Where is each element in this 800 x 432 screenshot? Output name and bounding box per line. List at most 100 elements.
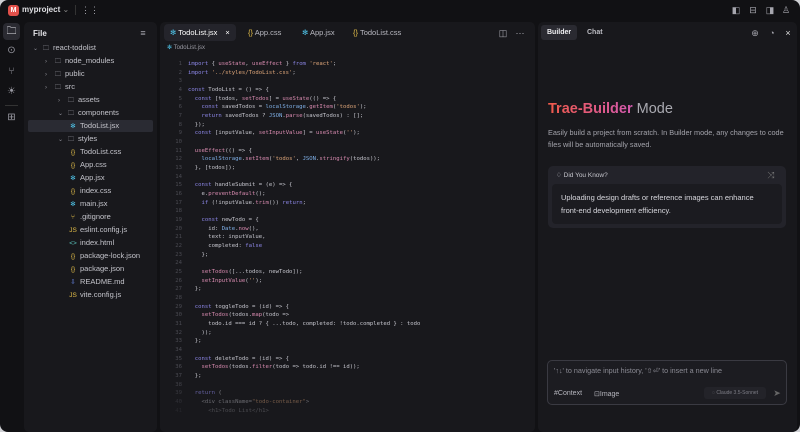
chat-input[interactable]: '↑↓' to navigate input history, '⇧⏎' to … — [547, 360, 787, 405]
react-icon: ✻ — [167, 45, 173, 51]
code-line: )); — [188, 329, 212, 336]
chevron-right-icon: › — [45, 59, 47, 65]
line-number: 8 — [178, 121, 182, 128]
close-tab-icon[interactable]: × — [225, 28, 229, 37]
folder-item[interactable]: › 🗀 node_modules — [28, 55, 153, 67]
item-label: styles — [78, 134, 98, 143]
editor-tab[interactable]: {} App.css — [242, 24, 287, 41]
file-item[interactable]: <> index.html — [28, 237, 153, 249]
image-button[interactable]: ⊡Image — [594, 390, 619, 398]
search-icon[interactable]: ⊙ — [3, 42, 20, 59]
breadcrumb-file: TodoList.jsx — [173, 45, 205, 51]
code-line: setTodos(todos.filter(todo => todo.id !=… — [201, 364, 360, 371]
tip-header-text: Did You Know? — [563, 172, 608, 179]
project-name: myproject — [22, 5, 61, 14]
line-number: 3 — [178, 78, 182, 85]
model-selector[interactable]: ◌ Claude 3.5-Sonnet — [704, 387, 766, 399]
grid-icon[interactable]: ⋮⋮ — [81, 5, 99, 15]
line-number: 38 — [175, 381, 182, 388]
file-item[interactable]: {} package-lock.json — [28, 250, 153, 262]
file-item[interactable]: JS eslint.config.js — [28, 224, 153, 236]
file-item[interactable]: ✻ App.jsx — [28, 172, 153, 184]
builder-panel: Builder Chat ⊕ ◔ × Trae-Builder Mode Eas… — [538, 22, 797, 432]
chevron-down-icon: ⌄ — [58, 111, 64, 117]
editor-tab[interactable]: {} TodoList.css — [347, 24, 407, 41]
file-item[interactable]: ⇩ README.md — [28, 276, 153, 288]
code-line: const deleteTodo = (id) => { — [194, 355, 290, 362]
source-control-icon[interactable]: ⑂ — [3, 63, 20, 80]
line-number: 36 — [175, 364, 182, 371]
files-icon[interactable]: 🗀 — [3, 23, 20, 40]
close-icon[interactable]: × — [783, 28, 793, 38]
file-item[interactable]: ✻ main.jsx — [28, 198, 153, 210]
file-item[interactable]: {} index.css — [28, 185, 153, 197]
project-switcher[interactable]: myproject ⌄ — [22, 5, 69, 14]
file-item[interactable]: JS vite.config.js — [28, 289, 153, 301]
collapse-all-icon[interactable]: ≡ — [138, 28, 148, 38]
item-label: assets — [78, 95, 100, 104]
activity-bar: 🗀 ⊙ ⑂ ☀ ⊞ — [0, 21, 23, 432]
history-icon[interactable]: ◔ — [767, 28, 777, 38]
new-chat-icon[interactable]: ⊕ — [750, 28, 760, 38]
code-line: setTodos(todos.map(todo => — [201, 312, 290, 319]
css-file-icon: {} — [70, 188, 76, 195]
line-number: 34 — [175, 347, 182, 354]
more-icon[interactable]: ⋯ — [515, 28, 525, 38]
editor-tab[interactable]: ✻ TodoList.jsx × — [164, 24, 236, 41]
item-label: README.md — [80, 277, 125, 286]
folder-item[interactable]: ⌄ 🗀 react-todolist — [28, 42, 153, 54]
item-label: TodoList.jsx — [80, 121, 120, 130]
code-line: const TodoList = () => { — [188, 87, 269, 93]
folder-item[interactable]: ⌄ 🗀 styles — [28, 133, 153, 145]
mode-label: Mode — [636, 101, 673, 117]
folder-file-icon: 🗀 — [54, 71, 62, 78]
code-line: e.preventDefault(); — [188, 191, 266, 198]
git-file-icon: ⑂ — [71, 214, 75, 221]
folder-item[interactable]: ⌄ 🗀 components — [28, 107, 153, 119]
debug-icon[interactable]: ☀ — [3, 83, 20, 100]
file-item[interactable]: {} package.json — [28, 263, 153, 275]
tip-card: ♢ Did You Know? ⤨ Uploading design draft… — [548, 166, 786, 228]
line-number: 5 — [178, 95, 182, 102]
jsx-file-icon: ✻ — [70, 123, 76, 130]
item-label: react-todolist — [53, 43, 96, 52]
tab-builder[interactable]: Builder — [541, 25, 578, 40]
file-item[interactable]: ⑂ .gitignore — [28, 211, 153, 223]
sidebar-right-icon[interactable]: ◨ — [765, 5, 775, 15]
file-item[interactable]: {} App.css — [28, 159, 153, 171]
shuffle-icon[interactable]: ⤨ — [766, 170, 776, 180]
line-number: 12 — [175, 156, 182, 163]
breadcrumb[interactable]: ✻ TodoList.jsx — [167, 44, 205, 51]
line-number: 19 — [175, 217, 182, 224]
ide-window: M myproject ⌄ ⋮⋮ ◧ ⊟ ◨ ♙ 🗀 ⊙ ⑂ ☀ ⊞ File … — [0, 0, 800, 432]
chevron-down-icon: ⌄ — [58, 137, 64, 143]
sidebar-left-icon[interactable]: ◧ — [731, 5, 741, 15]
panel-bottom-icon[interactable]: ⊟ — [748, 5, 758, 15]
code-line: <h1>Todo List</h1> — [188, 407, 269, 414]
code-line: }, [todos]); — [188, 165, 236, 172]
tip-header: ♢ Did You Know? — [556, 171, 608, 179]
file-item[interactable]: {} TodoList.css — [28, 146, 153, 158]
chevron-down-icon: ⌄ — [62, 5, 70, 14]
item-label: components — [78, 108, 119, 117]
folder-item[interactable]: › 🗀 assets — [28, 94, 153, 106]
line-number: 40 — [175, 399, 182, 406]
line-number: 18 — [175, 208, 182, 215]
line-number: 23 — [175, 251, 182, 258]
account-icon[interactable]: ♙ — [781, 5, 791, 15]
line-number: 7 — [178, 113, 182, 120]
css-file-icon: {} — [353, 28, 360, 37]
model-name: Claude 3.5-Sonnet — [716, 390, 759, 396]
context-button[interactable]: #Context — [554, 390, 582, 397]
split-editor-icon[interactable]: ◫ — [498, 28, 508, 38]
send-icon[interactable]: ➤ — [772, 388, 782, 398]
folder-item[interactable]: › 🗀 public — [28, 68, 153, 80]
code-line: todo.id === id ? { ...todo, completed: !… — [188, 321, 421, 328]
item-label: index.html — [80, 238, 115, 247]
file-item[interactable]: ✻ TodoList.jsx — [28, 120, 153, 132]
tab-chat[interactable]: Chat — [581, 25, 609, 40]
folder-item[interactable]: › 🗀 src — [28, 81, 153, 93]
folder-file-icon: 🗀 — [67, 97, 75, 104]
editor-tab[interactable]: ✻ App.jsx — [296, 24, 341, 41]
extensions-icon[interactable]: ⊞ — [3, 109, 20, 126]
